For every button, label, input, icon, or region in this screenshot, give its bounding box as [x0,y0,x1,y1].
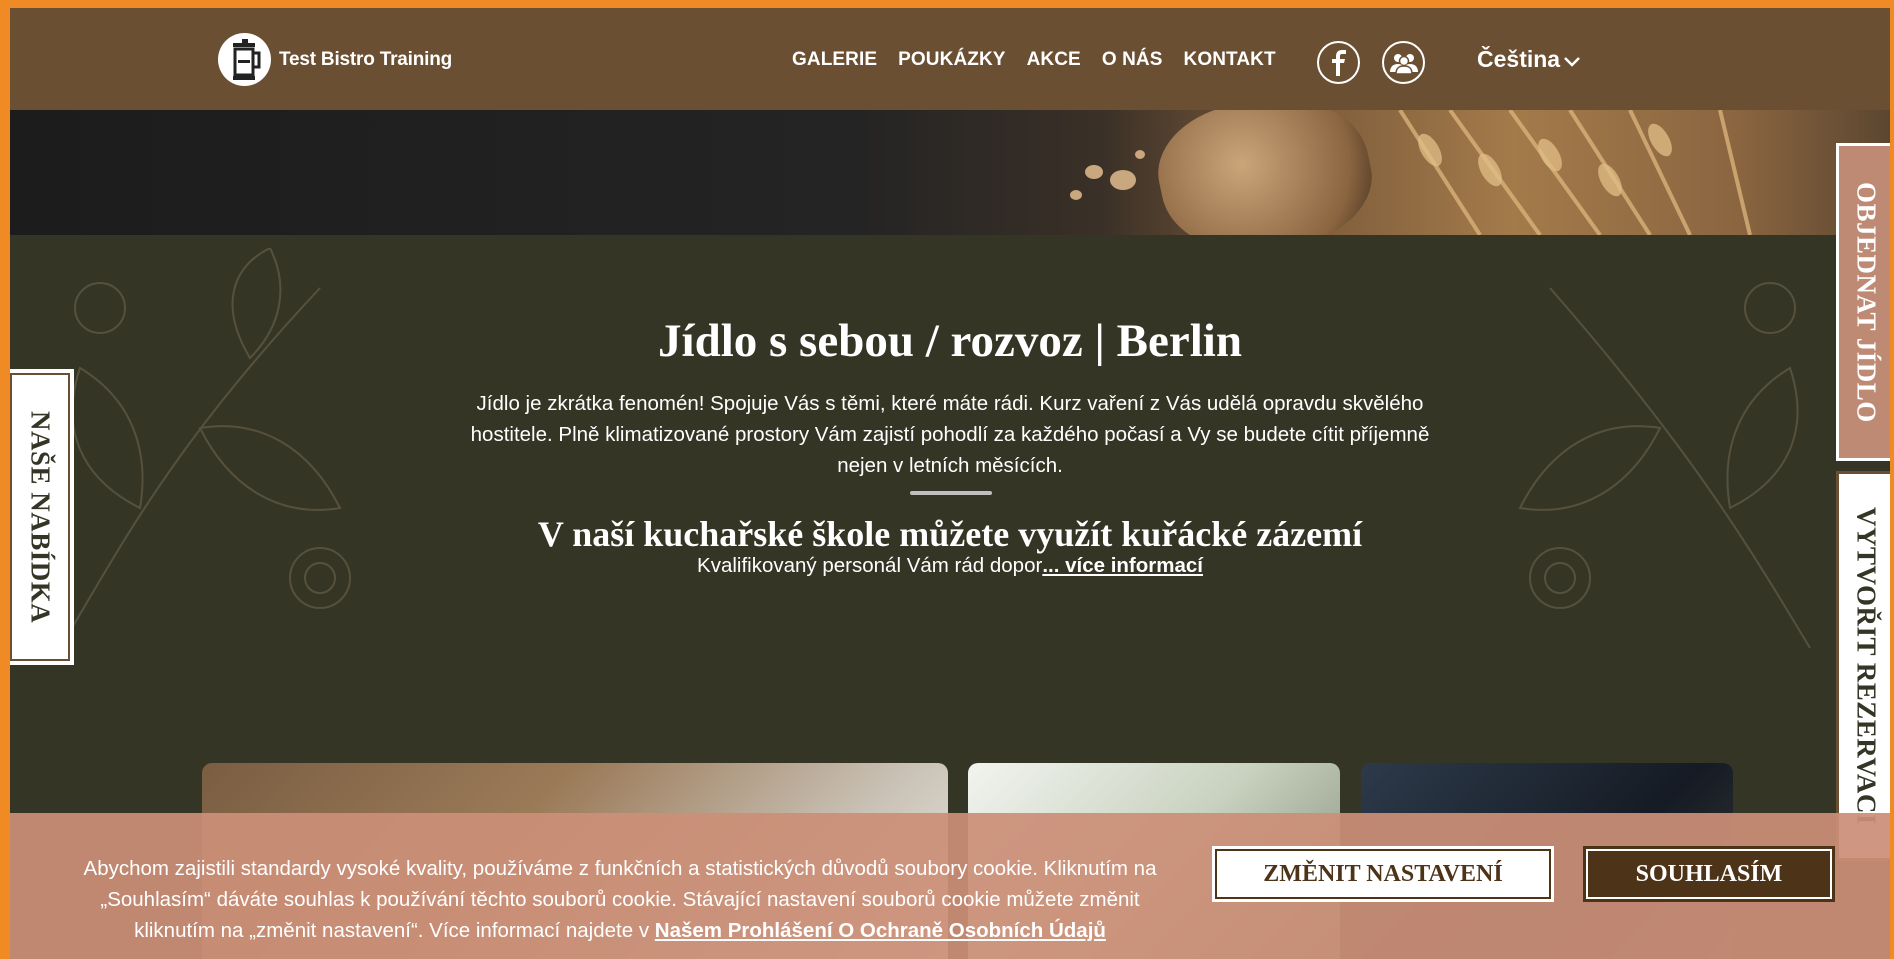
nav-poukazky[interactable]: POUKÁZKY [898,49,1005,71]
nav-galerie[interactable]: GALERIE [792,49,877,71]
floral-decoration-left [59,248,351,649]
language-selector[interactable]: Čeština [1477,46,1580,73]
section-subtitle: V naší kuchařské škole můžete využít kuř… [537,514,1363,554]
brand-name: Test Bistro Training [279,48,453,70]
cookie-text: Abychom zajistili standardy vysoké kvali… [70,853,1170,946]
change-settings-button[interactable]: ZMĚNIT NASTAVENÍ [1212,846,1554,902]
page-title: Jídlo s sebou / rozvoz | Berlin [658,315,1242,367]
floral-decoration-right [1518,282,1811,649]
nav-o-nas[interactable]: O NÁS [1102,49,1163,71]
main-nav: GALERIE POUKÁZKY AKCE O NÁS KONTAKT [792,49,1297,71]
cookie-banner: Abychom zajistili standardy vysoké kvali… [10,813,1890,959]
hero-image [10,110,1890,235]
our-offer-label: NAŠE NABÍDKA [25,410,56,624]
subtext-label: Kvalifikovaný personál Vám rád dopor [697,554,1043,577]
agree-button[interactable]: SOUHLASÍM [1583,846,1835,902]
make-reservation-tab[interactable]: VYTVOŘIT REZERVACI [1836,471,1890,861]
our-offer-tab[interactable]: NAŠE NABÍDKA [10,369,74,665]
wheat-image [1398,110,1752,235]
order-food-label: OBJEDNAT JÍDLO [1851,181,1882,423]
divider [910,491,992,495]
section-subtext: Kvalifikovaný personál Vám rád dopor... … [10,554,1890,578]
brand-logo[interactable]: Test Bistro Training [218,33,452,86]
nav-akce[interactable]: AKCE [1027,49,1081,71]
chevron-down-icon [1564,56,1580,67]
language-label: Čeština [1477,46,1561,72]
site-header: Test Bistro Training GALERIE POUKÁZKY AK… [10,8,1890,110]
french-press-icon [218,33,271,86]
page-frame: Test Bistro Training GALERIE POUKÁZKY AK… [10,8,1890,959]
bread-image [1146,110,1384,235]
community-icon[interactable] [1382,41,1425,84]
more-info-link[interactable]: ... více informací [1042,554,1203,577]
order-food-tab[interactable]: OBJEDNAT JÍDLO [1836,143,1890,461]
nav-kontakt[interactable]: KONTAKT [1184,49,1276,71]
intro-paragraph: Jídlo je zkrátka fenomén! Spojuje Vás s … [470,392,1430,477]
make-reservation-label: VYTVOŘIT REZERVACI [1851,507,1882,825]
privacy-policy-link[interactable]: Našem Prohlášení O Ochraně Osobních Údaj… [655,919,1106,942]
facebook-icon[interactable] [1317,41,1360,84]
